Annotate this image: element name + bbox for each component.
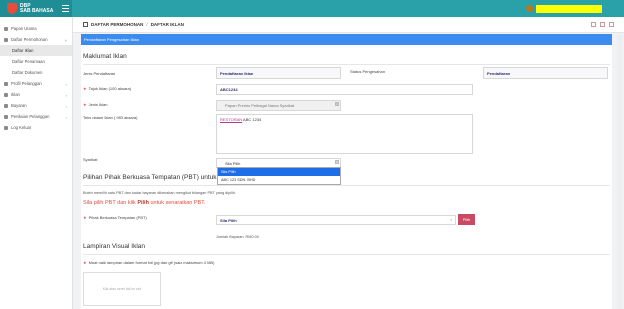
required-star-icon: ★ <box>83 215 87 220</box>
edit-icon <box>4 37 8 42</box>
sidebar: Papan Utama Daftar Permohonan ˅ Daftar Ik… <box>0 17 73 309</box>
sidebar-subitem-daftar-dokumen[interactable]: Daftar Dokumen <box>0 67 72 78</box>
jenis-iklan-label: ★ Jenis Iklan <box>83 102 108 107</box>
sidebar-item-penilaian-pelanggan[interactable]: Penilaian Pelanggan › <box>0 111 72 122</box>
pbt-info-text: Boleh memilih satu PBT dan kadar bayaran… <box>83 191 236 195</box>
syarikat-dropdown-list: Sila Pilih ABC 123 SDN. BHD <box>217 167 341 185</box>
user-name-highlight[interactable] <box>536 5 602 13</box>
logo-icon <box>7 3 17 14</box>
jenis-pendaftaran-field: Pendaftaran Iklan <box>216 67 341 79</box>
jenis-pendaftaran-label: Jenis Pendaftaran <box>83 71 116 76</box>
pbt-label: ★ Pihak Berkuasa Tempatan (PBT) <box>83 215 147 220</box>
key-icon <box>4 125 8 130</box>
required-star-icon: ★ <box>83 86 87 91</box>
jumlah-bayaran-text: Jumlah Bayaran: RM0.00 <box>216 235 259 239</box>
sidebar-item-profil-pelanggan[interactable]: Profil Pelanggan › <box>0 78 72 89</box>
form-card: Pendaftaran Pengesahan Iklan Maklumat Ik… <box>81 34 612 309</box>
megaphone-icon <box>4 92 8 97</box>
teks-iklan-label: Teks dalam Iklan ( 983 aksara) <box>83 115 138 120</box>
chevron-right-icon: › <box>65 93 67 98</box>
divider <box>83 254 610 255</box>
tajuk-iklan-label: ★ Tajuk Iklan (100 aksara) <box>83 86 132 91</box>
status-pengesahan-label: Status Pengesahan <box>350 69 385 74</box>
sidebar-item-log-keluar[interactable]: Log Keluar <box>0 122 72 133</box>
form-banner: Pendaftaran Pengesahan Iklan <box>81 34 612 45</box>
sidebar-subitem-daftar-iklan[interactable]: Daftar Iklan <box>0 45 72 56</box>
sidebar-subitem-daftar-penamaan[interactable]: Daftar Penamaan <box>0 56 72 67</box>
chevron-right-icon: › <box>65 115 67 120</box>
sidebar-item-papan-utama[interactable]: Papan Utama <box>0 23 72 34</box>
required-star-icon: ★ <box>83 260 87 265</box>
scrollbar[interactable] <box>617 34 622 309</box>
payment-icon <box>4 103 8 108</box>
breadcrumb: DAFTAR PERMOHONAN / DAFTAR IKLAN <box>73 17 624 33</box>
divider <box>83 64 610 65</box>
required-star-icon: ★ <box>83 102 87 107</box>
chevron-down-icon: ˅ <box>64 38 67 43</box>
sidebar-item-daftar-permohonan[interactable]: Daftar Permohonan ˅ <box>0 34 72 45</box>
sidebar-item-bayaran[interactable]: Bayaran › <box>0 100 72 111</box>
syarikat-label: Syarikat <box>83 157 98 162</box>
fullscreen-icon[interactable] <box>609 22 614 27</box>
syarikat-option-abc[interactable]: ABC 123 SDN. BHD <box>218 176 340 184</box>
breadcrumb-item-daftar-iklan: DAFTAR IKLAN <box>150 22 184 27</box>
avatar[interactable] <box>526 5 533 12</box>
chevron-right-icon: › <box>65 104 67 109</box>
breadcrumb-item-daftar-permohonan[interactable]: DAFTAR PERMOHONAN <box>91 22 143 27</box>
menu-toggle-icon[interactable] <box>62 5 69 12</box>
grid-icon[interactable] <box>591 22 596 27</box>
teks-highlight: RESTORAN <box>220 117 243 122</box>
pbt-select[interactable]: Sila Pilih ˅ <box>216 215 456 225</box>
star-icon <box>4 114 8 119</box>
edit-icon <box>83 22 88 27</box>
section-title-lampiran: Lampiran Visual Iklan <box>83 243 146 250</box>
pbt-instruction: Sila pilih PBT dan klik Pilih untuk sena… <box>83 200 206 206</box>
top-bar: DBP SAB BAHASA <box>0 0 624 17</box>
chevron-down-icon: ˅ <box>450 218 452 222</box>
settings-icon[interactable] <box>600 22 605 27</box>
chevron-down-icon: ▾ <box>335 102 339 106</box>
section-title-maklumat-iklan: Maklumat Iklan <box>83 53 127 60</box>
tajuk-iklan-input[interactable]: ABC1234 <box>216 84 473 95</box>
logo-line2: SAB BAHASA <box>20 7 54 14</box>
teks-iklan-textarea[interactable]: RESTORAN ABC 1234 <box>216 114 473 154</box>
chevron-down-icon: ▾ <box>335 160 339 164</box>
syarikat-option-sila-pilih[interactable]: Sila Pilih <box>218 168 340 176</box>
chevron-right-icon: › <box>65 82 67 87</box>
lampiran-label: ★ Muat naik lampiran dalam format foil jp… <box>83 260 215 265</box>
home-icon <box>4 26 8 31</box>
file-upload-dropzone[interactable]: Klik atau seret fail ke sini <box>83 272 161 306</box>
sidebar-item-iklan[interactable]: Iklan › <box>0 89 72 100</box>
user-icon <box>4 81 8 86</box>
breadcrumb-separator: / <box>146 22 148 27</box>
jenis-iklan-select[interactable]: Papan Premis Pelbagai Nama Syarikat ▾ <box>216 100 341 111</box>
pilih-button[interactable]: Pilih <box>458 214 475 225</box>
section-title-pbt: Pilihan Pihak Berkuasa Tempatan (PBT) un… <box>83 174 222 181</box>
status-pengesahan-field: Pendaftaran <box>483 67 608 79</box>
divider <box>83 185 610 186</box>
